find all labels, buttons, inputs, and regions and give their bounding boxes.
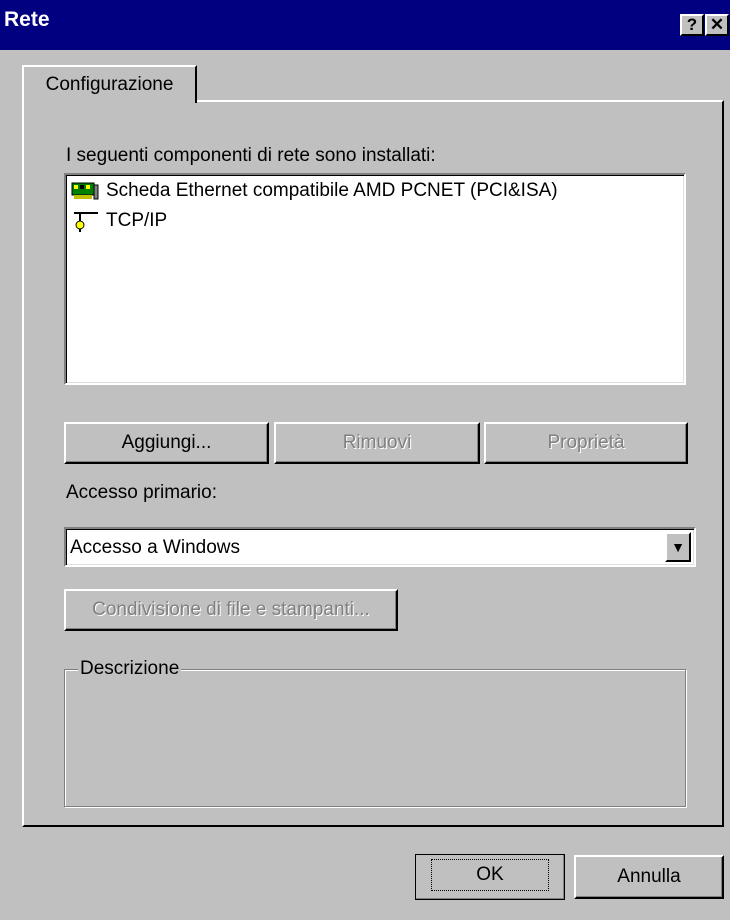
ok-button[interactable]: OK — [415, 854, 565, 900]
cancel-button[interactable]: Annulla — [574, 855, 724, 899]
file-print-sharing-button[interactable]: Condivisione di file e stampanti... — [64, 589, 398, 631]
title-bar[interactable] — [0, 0, 730, 50]
close-button[interactable]: ✕ — [705, 14, 729, 36]
primary-logon-select[interactable]: Accesso a Windows ▼ — [64, 527, 696, 567]
primary-logon-label: Accesso primario: — [66, 482, 217, 503]
list-item[interactable]: TCP/IP — [70, 209, 167, 233]
component-label: Scheda Ethernet compatibile AMD PCNET (P… — [106, 180, 558, 201]
tab-configurazione[interactable]: Configurazione — [22, 65, 197, 103]
components-label: I seguenti componenti di rete sono insta… — [66, 145, 436, 166]
primary-logon-value: Accesso a Windows — [70, 537, 241, 558]
component-label: TCP/IP — [106, 210, 168, 231]
add-button[interactable]: Aggiungi... — [64, 422, 269, 464]
network-card-icon — [70, 179, 102, 203]
description-group — [64, 669, 686, 807]
chevron-down-icon[interactable]: ▼ — [665, 532, 691, 562]
properties-button[interactable]: Proprietà — [484, 422, 688, 464]
remove-button[interactable]: Rimuovi — [274, 422, 480, 464]
description-label: Descrizione — [78, 658, 182, 680]
components-list[interactable]: Scheda Ethernet compatibile AMD PCNET (P… — [64, 173, 686, 385]
protocol-icon — [70, 209, 102, 233]
window-title: Rete — [4, 8, 50, 31]
help-button[interactable]: ? — [680, 14, 704, 36]
ok-button-label: OK — [431, 859, 549, 891]
list-item[interactable]: Scheda Ethernet compatibile AMD PCNET (P… — [70, 179, 558, 203]
